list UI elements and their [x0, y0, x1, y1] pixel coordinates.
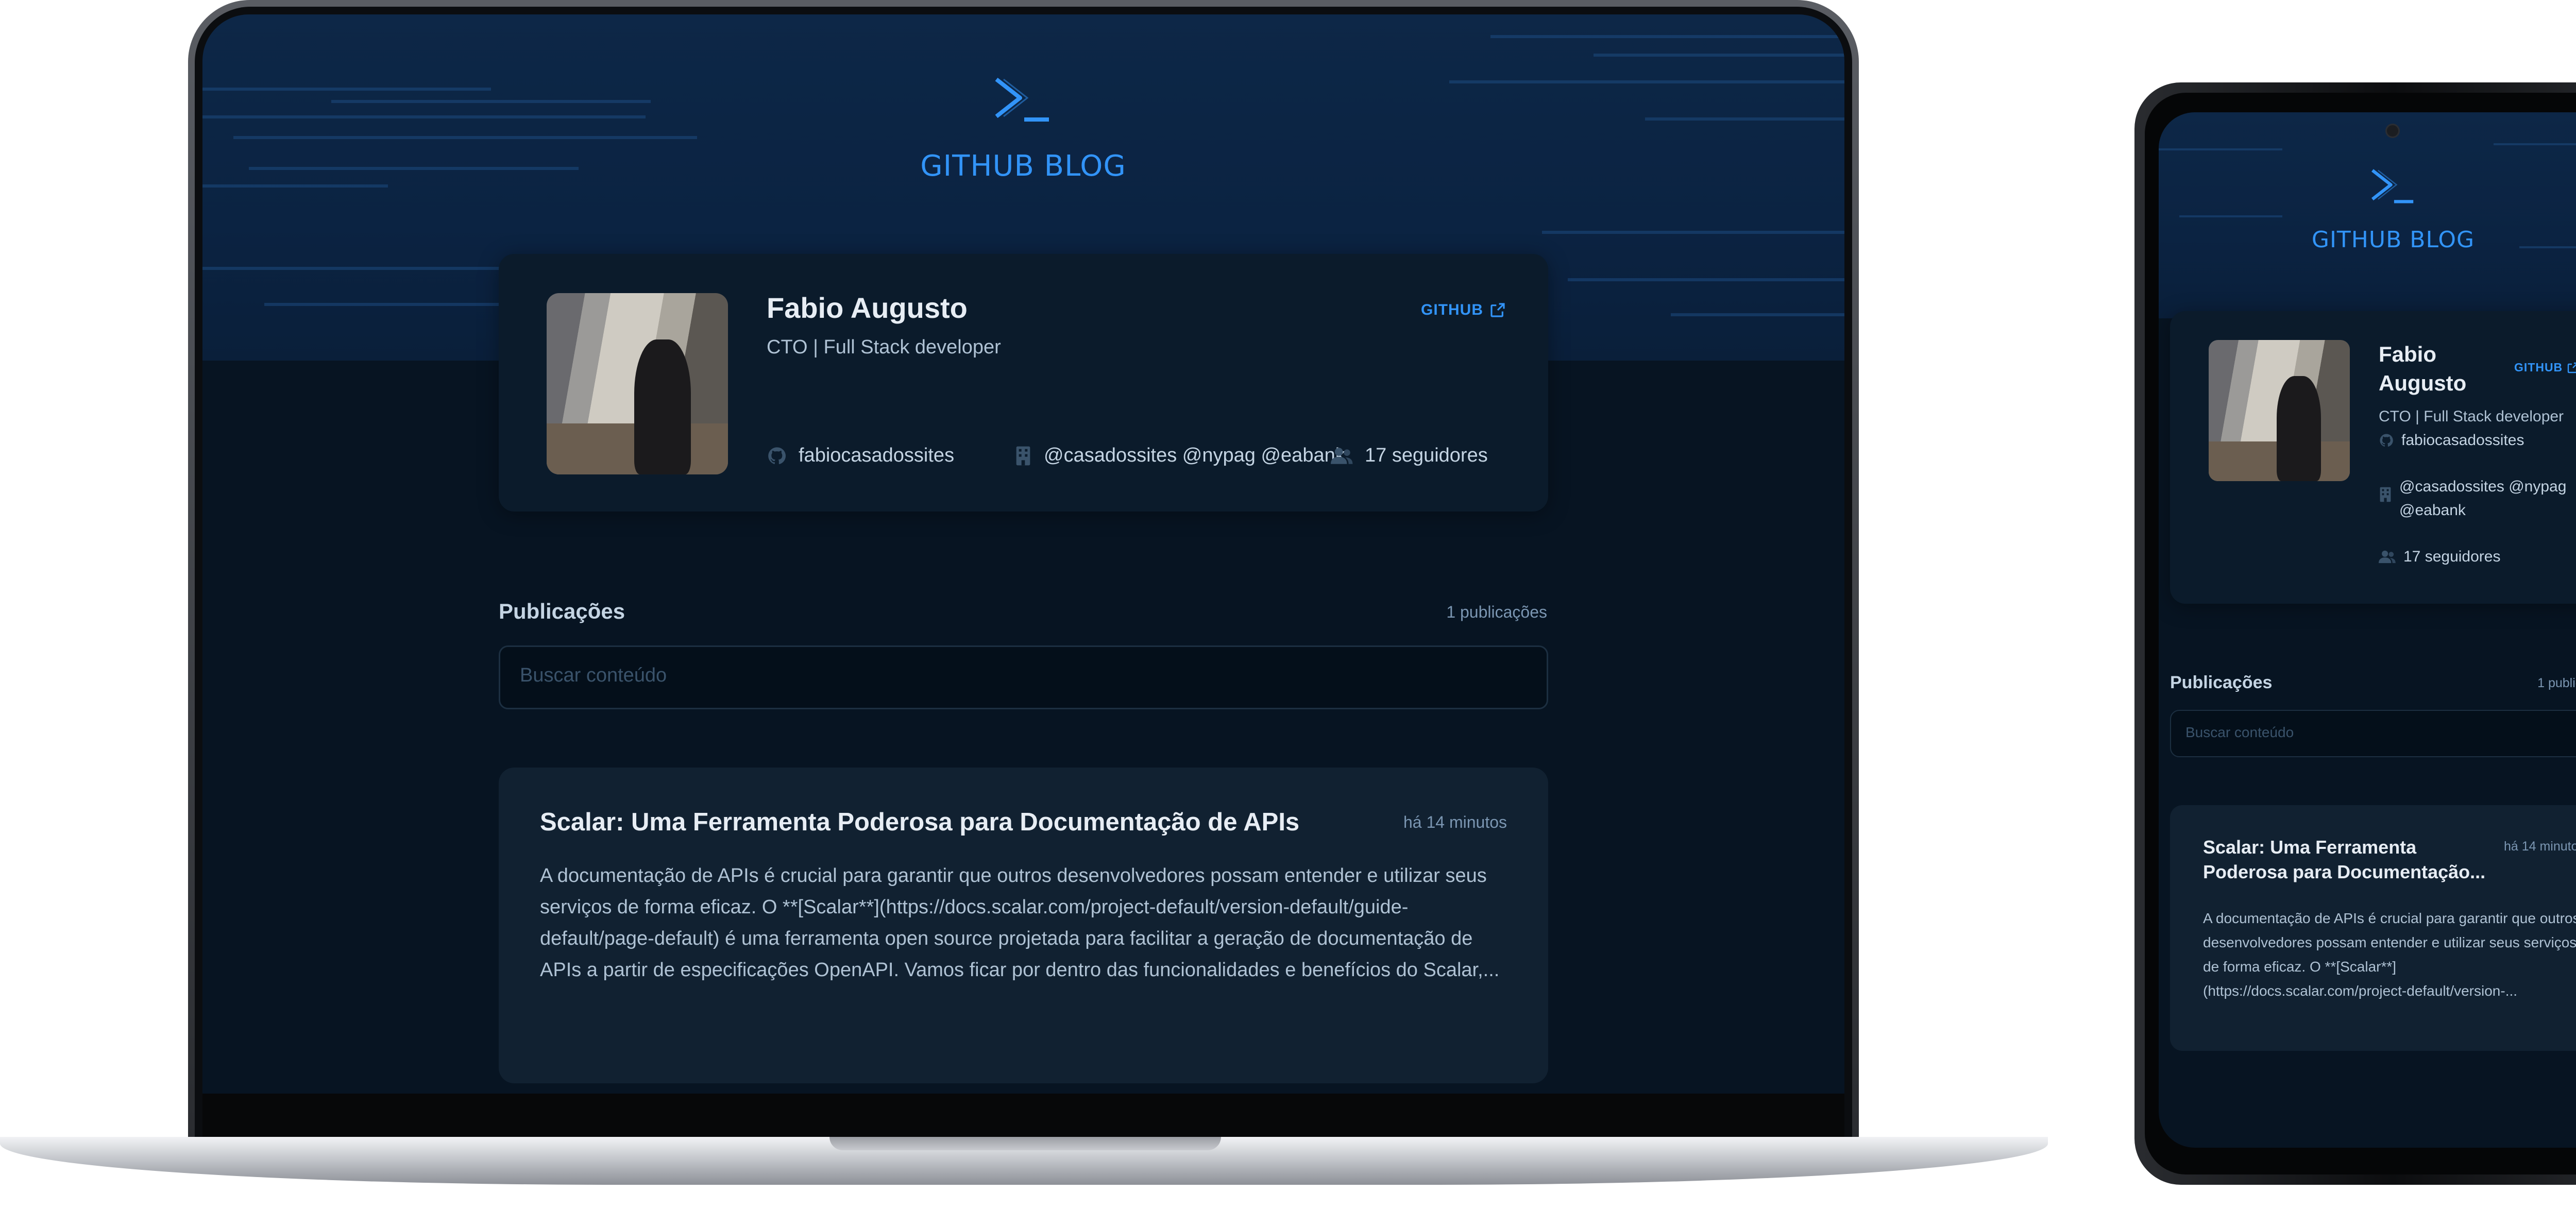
search-placeholder: Buscar conteúdo	[520, 665, 667, 686]
mobile-publications-title: Publicações	[2170, 673, 2273, 692]
building-icon	[2380, 487, 2391, 502]
post-card[interactable]: Scalar: Uma Ferramenta Poderosa para Doc…	[499, 768, 1548, 1083]
mobile-search-input[interactable]: Buscar conteúdo	[2170, 710, 2576, 757]
github-icon	[768, 447, 786, 464]
users-icon	[2379, 550, 2396, 564]
profile-company: @casadossites @nypag @eabank	[1014, 445, 1345, 467]
mobile-profile-card: Fabio Augusto GITHUB CTO | Full Stack de…	[2170, 311, 2576, 604]
profile-followers: 17 seguidores	[1331, 445, 1488, 467]
mobile-header-banner: GITHUB BLOG	[2159, 112, 2576, 318]
mobile-post-title-line1: Scalar: Uma Ferramenta	[2203, 837, 2417, 858]
terminal-prompt-icon	[2371, 169, 2414, 203]
mobile-avatar	[2209, 340, 2350, 481]
terminal-prompt-icon	[995, 77, 1049, 122]
mobile-search-placeholder: Buscar conteúdo	[2185, 724, 2294, 740]
mobile-company-line1: @casadossites @nypag	[2399, 478, 2567, 495]
mobile-github-link[interactable]: GITHUB	[2514, 361, 2576, 374]
search-input[interactable]: Buscar conteúdo	[499, 645, 1548, 709]
mobile-username-text: fabiocasadossites	[2401, 432, 2524, 449]
github-icon	[2380, 434, 2393, 447]
mobile-profile-name: Fabio Augusto	[2379, 342, 2467, 395]
mobile-post-time: há 14 minutos	[2503, 839, 2576, 854]
desktop-viewport: GITHUB BLOG Fabio Augusto CTO | Full Sta…	[202, 14, 1844, 1094]
page-title: GITHUB BLOG	[920, 149, 1126, 183]
profile-name: Fabio Augusto	[767, 292, 968, 324]
mobile-post-title: Scalar: Uma Ferramenta Poderosa para Doc…	[2203, 835, 2492, 884]
publications-title: Publicações	[499, 599, 625, 623]
profile-card: Fabio Augusto CTO | Full Stack developer…	[499, 254, 1548, 512]
post-time: há 14 minutos	[1403, 813, 1507, 831]
mobile-post-card[interactable]: Scalar: Uma Ferramenta Poderosa para Doc…	[2170, 805, 2576, 1051]
mobile-publications-count: 1 publicações	[2537, 676, 2576, 690]
camera-icon	[2385, 124, 2400, 138]
users-icon	[1331, 447, 1353, 464]
avatar	[547, 293, 728, 474]
mobile-profile-company: @casadossites @nypag @eabank	[2379, 475, 2566, 522]
post-title: Scalar: Uma Ferramenta Poderosa para Doc…	[540, 808, 1300, 836]
laptop-notch	[829, 1137, 1221, 1150]
company-text: @casadossites @nypag @eabank	[1044, 445, 1345, 466]
building-icon	[1016, 446, 1030, 465]
github-link-label: GITHUB	[1421, 301, 1483, 318]
mobile-github-link-label: GITHUB	[2514, 361, 2563, 374]
profile-bio: CTO | Full Stack developer	[767, 336, 1001, 358]
external-link-icon	[1490, 303, 1505, 317]
mobile-viewport: GITHUB BLOG Fabio Augusto GITHUB CTO | F…	[2159, 112, 2576, 1148]
profile-username: fabiocasadossites	[767, 445, 954, 467]
mobile-profile-bio: CTO | Full Stack developer	[2379, 408, 2564, 425]
github-link[interactable]: GITHUB	[1421, 301, 1506, 319]
mobile-profile-followers: 17 seguidores	[2379, 548, 2500, 566]
mobile-post-excerpt: A documentação de APIs é crucial para ga…	[2203, 910, 2576, 999]
post-excerpt: A documentação de APIs é crucial para ga…	[540, 865, 1500, 981]
publications-count: 1 publicações	[1446, 603, 1547, 621]
external-link-icon	[2567, 362, 2576, 373]
username-text: fabiocasadossites	[799, 445, 955, 466]
mobile-profile-username: fabiocasadossites	[2379, 432, 2524, 449]
followers-text: 17 seguidores	[1365, 445, 1488, 466]
mobile-company-line2: @eabank	[2399, 502, 2466, 519]
mobile-followers-text: 17 seguidores	[2403, 548, 2501, 565]
mobile-page-title: GITHUB BLOG	[2311, 227, 2475, 253]
mobile-post-title-line2: Poderosa para Documentação...	[2203, 861, 2486, 882]
